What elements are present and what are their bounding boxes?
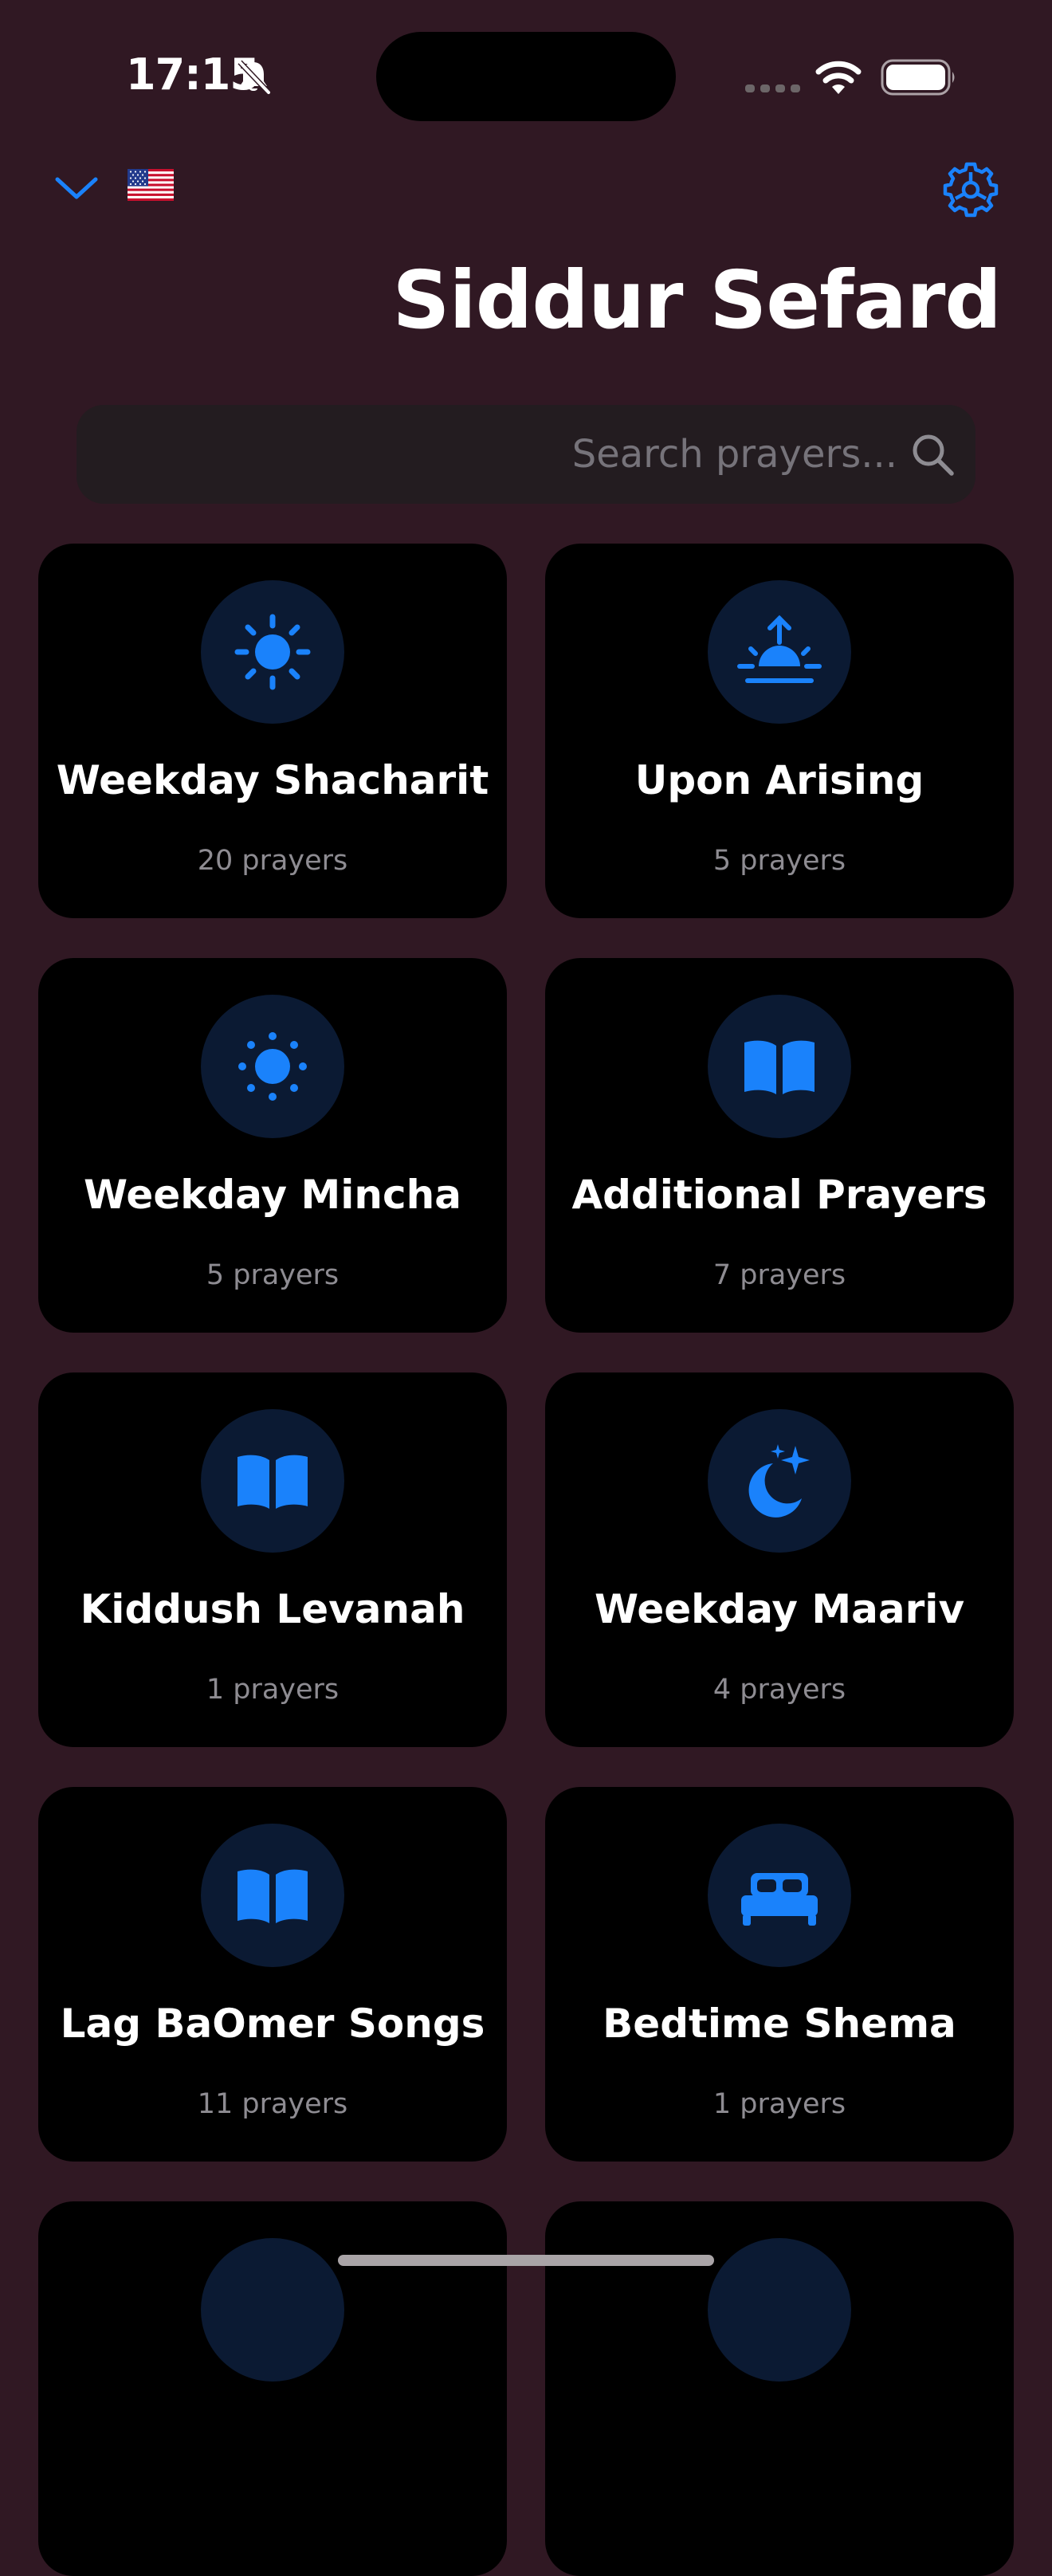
home-indicator[interactable] [338,2255,714,2266]
bell-muted-icon [237,60,271,95]
chevron-down-icon [55,177,98,199]
card-title: Weekday Mincha [84,1172,461,1218]
book-icon [744,1040,815,1094]
card-count: 7 prayers [712,1259,846,1291]
bed-icon [741,1873,818,1926]
card-title: Bedtime Shema [603,2001,956,2047]
page-title: Siddur Sefard [392,253,1002,347]
dynamic-island [376,32,676,121]
card-count: 5 prayers [206,1259,340,1291]
search-input[interactable] [100,405,897,504]
wifi-icon [815,61,862,94]
card-title: Upon Arising [634,757,924,803]
card-title: Additional Prayers [571,1172,987,1218]
gear-icon [943,162,999,218]
settings-button[interactable] [940,159,1001,220]
cellular-signal-icon [745,84,800,92]
card-count: 20 prayers [197,845,348,877]
card-icon-circle [708,2238,851,2382]
book-icon [237,1869,308,1923]
card-icon-circle [201,2238,344,2382]
category-card-lag-baomer-songs[interactable]: Lag BaOmer Songs 11 prayers [38,1787,507,2162]
search-icon [913,434,954,476]
moon-stars-icon [748,1444,810,1518]
card-count: 1 prayers [206,1674,340,1706]
sun-dotted-icon [238,1032,307,1101]
category-card-weekday-maariv[interactable]: Weekday Maariv 4 prayers [545,1372,1014,1747]
collapse-chevron-button[interactable] [48,163,105,211]
card-count: 5 prayers [712,845,846,877]
category-card-bedtime-shema[interactable]: Bedtime Shema 1 prayers [545,1787,1014,2162]
card-title: Lag BaOmer Songs [60,2001,485,2047]
category-card-weekday-mincha[interactable]: Weekday Mincha 5 prayers [38,958,507,1333]
category-card-additional-prayers[interactable]: Additional Prayers 7 prayers [545,958,1014,1333]
us-flag-icon[interactable] [128,169,174,201]
category-card-weekday-shacharit[interactable]: Weekday Shacharit 20 prayers [38,544,507,918]
category-card-kiddush-levanah[interactable]: Kiddush Levanah 1 prayers [38,1372,507,1747]
card-count: 4 prayers [712,1674,846,1706]
card-title: Kiddush Levanah [80,1586,465,1632]
battery-icon [881,59,955,96]
sun-icon [234,614,311,690]
category-card-upon-arising[interactable]: Upon Arising 5 prayers [545,544,1014,918]
card-count: 11 prayers [197,2088,348,2120]
card-count: 1 prayers [712,2088,846,2120]
card-title: Weekday Maariv [594,1586,965,1632]
book-icon [237,1455,308,1509]
search-bar[interactable] [77,405,975,504]
sunrise-icon [737,615,822,683]
card-title: Weekday Shacharit [56,757,489,803]
status-bar: 17:15 [0,0,1052,159]
